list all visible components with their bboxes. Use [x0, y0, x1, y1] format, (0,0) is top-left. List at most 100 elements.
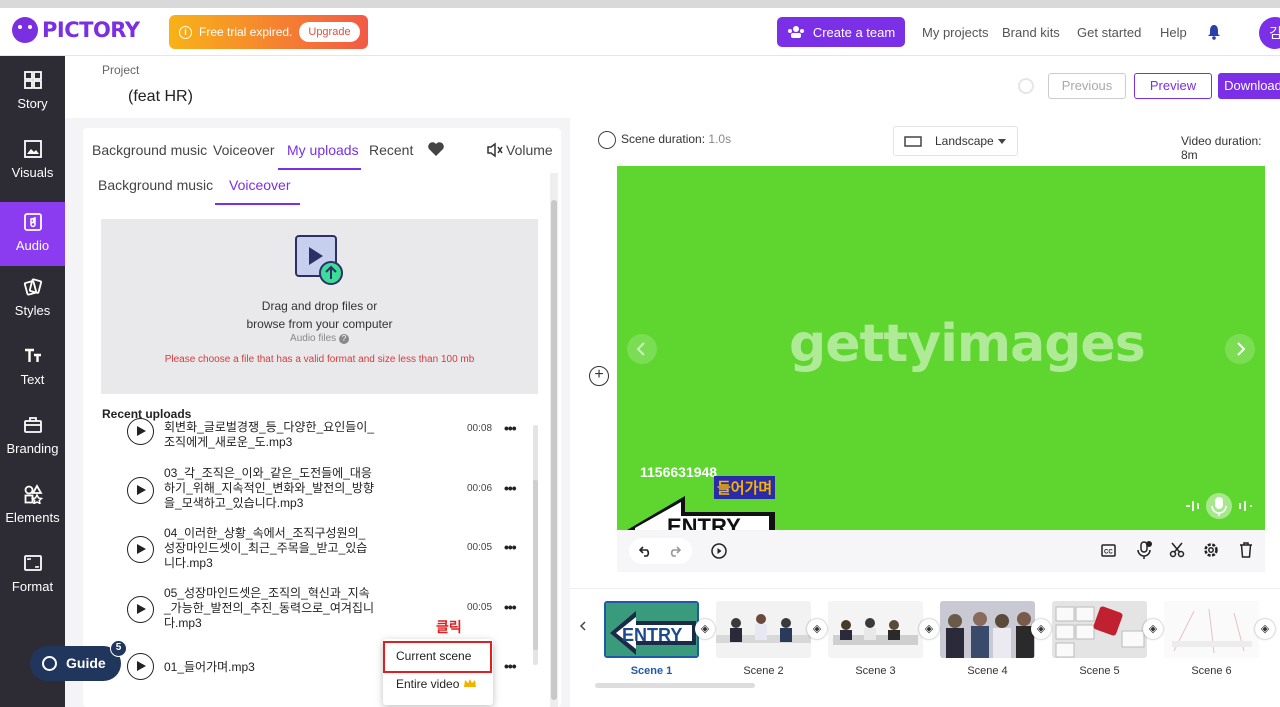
- scene-label-4[interactable]: Scene 4: [940, 665, 1035, 677]
- sidebar-item-audio[interactable]: Audio: [0, 202, 65, 266]
- scene-4-preview: [940, 601, 1035, 658]
- more-options-icon[interactable]: •••: [504, 480, 517, 496]
- menu-item-entire-video[interactable]: Entire video: [396, 677, 477, 691]
- voiceover-mic-icon[interactable]: [1136, 540, 1152, 560]
- play-scene-icon[interactable]: [711, 543, 727, 559]
- play-icon[interactable]: [127, 596, 154, 623]
- upload-file-name: 회변화_글로벌경쟁_등_다양한_요인들이_조직에게_새로운_도.mp3: [164, 420, 375, 449]
- previous-button[interactable]: Previous: [1048, 73, 1126, 99]
- heart-icon[interactable]: [427, 141, 445, 157]
- trial-banner: i Free trial expired. Upgrade: [169, 15, 368, 49]
- play-icon[interactable]: [127, 653, 154, 680]
- volume-label[interactable]: Volume: [506, 142, 553, 158]
- transition-icon[interactable]: ◈: [919, 619, 939, 639]
- upgrade-button[interactable]: Upgrade: [299, 22, 360, 42]
- uploads-scroll-thumb[interactable]: [533, 480, 538, 650]
- more-options-icon[interactable]: •••: [504, 658, 517, 674]
- scene-label-1[interactable]: Scene 1: [604, 665, 699, 677]
- scene-duration-value[interactable]: 1.0s: [708, 132, 731, 146]
- panel-scroll-thumb[interactable]: [551, 200, 557, 700]
- annotation-highlight-box: [383, 641, 492, 673]
- subtab-background-music[interactable]: Background music: [98, 177, 213, 193]
- pictory-logo[interactable]: PICTORY: [12, 17, 140, 43]
- scene-duration: Scene duration: 1.0s: [621, 132, 731, 146]
- captions-icon[interactable]: CC: [1101, 544, 1116, 557]
- sidebar-item-styles[interactable]: Styles: [0, 263, 65, 327]
- entry-text: ENTRY: [667, 514, 741, 530]
- timeline-scroll-left-icon[interactable]: [579, 621, 587, 631]
- transition-icon[interactable]: ◈: [1255, 619, 1275, 639]
- next-scene-arrow-icon[interactable]: [1225, 334, 1255, 364]
- orientation-value: Landscape: [935, 134, 994, 148]
- more-options-icon[interactable]: •••: [504, 539, 517, 555]
- transition-icon[interactable]: ◈: [1143, 619, 1163, 639]
- scene-thumbnail-5[interactable]: [1052, 601, 1147, 658]
- bell-icon[interactable]: [1207, 24, 1221, 40]
- scene-thumbnail-1[interactable]: ENTRY: [604, 601, 699, 658]
- more-options-icon[interactable]: •••: [504, 420, 517, 436]
- tab-my-uploads[interactable]: My uploads: [287, 142, 359, 158]
- tab-background-music[interactable]: Background music: [92, 142, 207, 158]
- briefcase-icon: [23, 417, 42, 433]
- scene-label-2[interactable]: Scene 2: [716, 665, 811, 677]
- play-icon[interactable]: [127, 477, 154, 504]
- nav-get-started[interactable]: Get started: [1077, 25, 1141, 40]
- play-icon[interactable]: [127, 536, 154, 563]
- settings-gear-icon[interactable]: [1203, 542, 1219, 558]
- sidebar-label-audio: Audio: [15, 238, 50, 253]
- play-icon[interactable]: [127, 418, 154, 445]
- scene-thumbnail-2[interactable]: [716, 601, 811, 658]
- undo-icon[interactable]: [639, 545, 653, 557]
- sidebar-item-elements[interactable]: Elements: [0, 470, 65, 534]
- sidebar-item-format[interactable]: Format: [0, 539, 65, 603]
- upload-file-name: 04_이러한_상황_속에서_조직구성원의_성장마인드셋이_최근_주목을_받고_있…: [164, 526, 368, 570]
- scene-label-5[interactable]: Scene 5: [1052, 665, 1147, 677]
- scene-thumbnail-4[interactable]: [940, 601, 1035, 658]
- team-icon: [787, 26, 804, 38]
- create-team-label: Create a team: [812, 24, 896, 40]
- nav-brand-kits[interactable]: Brand kits: [1002, 25, 1060, 40]
- landscape-icon: [904, 136, 922, 147]
- tab-voiceover[interactable]: Voiceover: [213, 142, 274, 158]
- nav-my-projects[interactable]: My projects: [922, 25, 988, 40]
- preview-button[interactable]: Preview: [1134, 73, 1212, 99]
- tab-recent[interactable]: Recent: [369, 142, 413, 158]
- guide-button[interactable]: Guide 5: [30, 640, 127, 681]
- voice-record-icon[interactable]: [1184, 491, 1254, 521]
- sidebar-item-visuals[interactable]: Visuals: [0, 125, 65, 189]
- scene-label-6[interactable]: Scene 6: [1164, 665, 1259, 677]
- text-icon: [24, 348, 41, 362]
- download-button[interactable]: Download: [1218, 73, 1280, 99]
- scene-thumbnail-3[interactable]: [828, 601, 923, 658]
- transition-icon[interactable]: ◈: [807, 619, 827, 639]
- sidebar-label-story: Story: [17, 96, 48, 111]
- sidebar-item-story[interactable]: Story: [0, 56, 65, 120]
- volume-icon[interactable]: [486, 142, 504, 158]
- add-scene-icon[interactable]: +: [589, 366, 609, 386]
- help-icon[interactable]: ?: [338, 334, 349, 344]
- scene-label-3[interactable]: Scene 3: [828, 665, 923, 677]
- transition-icon[interactable]: ◈: [695, 619, 715, 639]
- prev-scene-arrow-icon[interactable]: [627, 334, 657, 364]
- upload-dropzone[interactable]: Drag and drop files or browse from your …: [101, 219, 538, 394]
- sidebar-item-branding[interactable]: Branding: [0, 401, 65, 465]
- user-avatar[interactable]: 김: [1259, 17, 1280, 49]
- create-team-button[interactable]: Create a team: [777, 17, 905, 47]
- nav-help[interactable]: Help: [1160, 25, 1187, 40]
- orientation-dropdown[interactable]: Landscape: [893, 126, 1018, 156]
- scene-canvas[interactable]: gettyimages 1156631948 들어가며 ENTRY: [617, 166, 1265, 530]
- transition-icon[interactable]: ◈: [1031, 619, 1051, 639]
- scene-3-preview: [828, 601, 923, 658]
- sidebar-item-text[interactable]: Text: [0, 332, 65, 396]
- trash-icon[interactable]: [1239, 542, 1253, 558]
- scissors-icon[interactable]: [1169, 542, 1185, 558]
- project-name[interactable]: (feat HR): [128, 88, 193, 106]
- redo-icon[interactable]: [667, 545, 681, 557]
- upload-duration: 00:06: [467, 483, 493, 494]
- timeline-scrollbar[interactable]: [595, 683, 755, 688]
- scene-thumbnail-6[interactable]: [1164, 601, 1259, 658]
- subtab-voiceover[interactable]: Voiceover: [229, 177, 290, 193]
- watermark-text: gettyimages: [789, 314, 1146, 374]
- more-options-icon[interactable]: •••: [504, 599, 517, 615]
- entire-video-label: Entire video: [396, 677, 460, 691]
